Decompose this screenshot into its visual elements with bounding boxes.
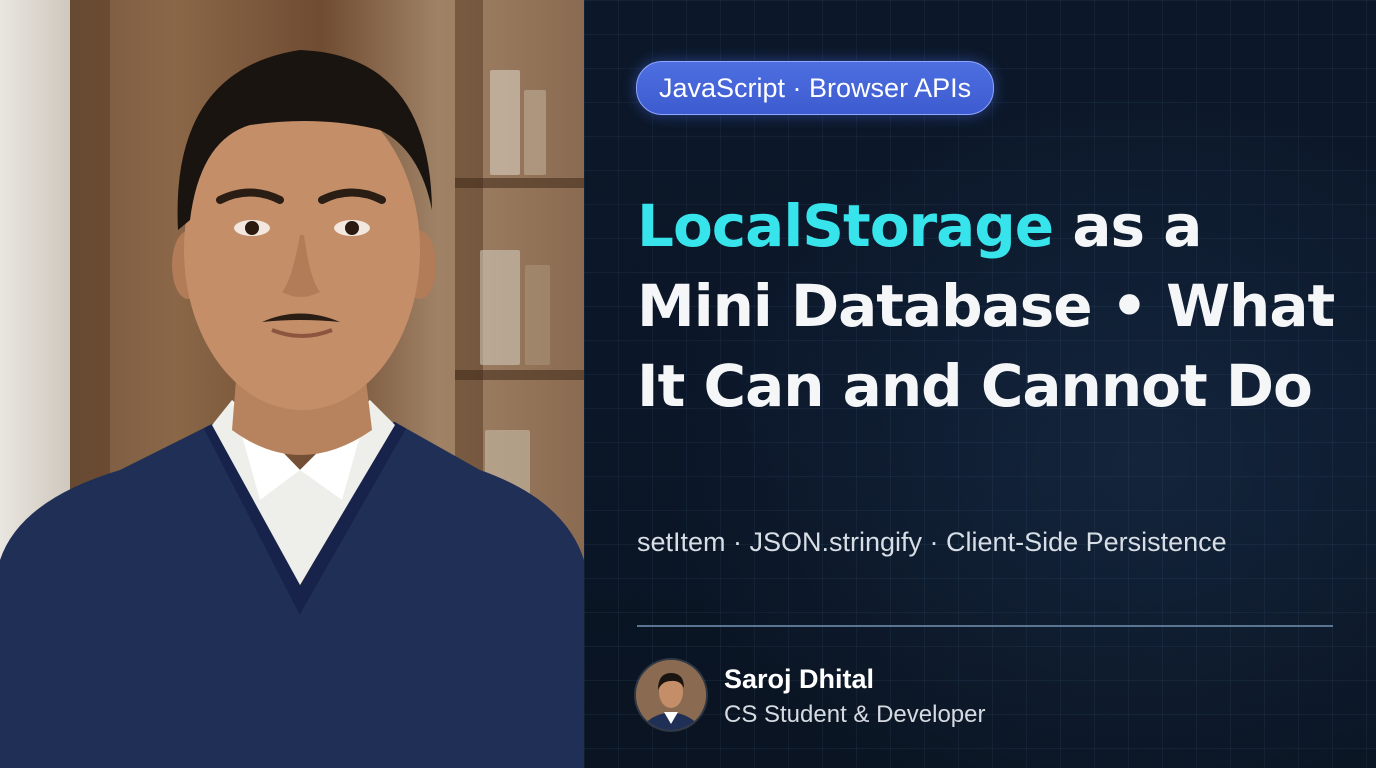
- title-highlight: LocalStorage: [637, 192, 1054, 260]
- portrait-photo: [0, 0, 584, 768]
- author-name: Saroj Dhital: [724, 664, 875, 694]
- author-role: CS Student & Developer: [724, 701, 986, 728]
- avatar-portrait: [636, 660, 706, 730]
- avatar: [636, 660, 706, 730]
- divider: [637, 625, 1333, 627]
- thumbnail-canvas: JavaScript · Browser APIs LocalStorage a…: [0, 0, 1376, 768]
- page-title: LocalStorage as a Mini Database • What I…: [637, 186, 1337, 426]
- person-illustration: [0, 50, 584, 768]
- subtitle: setItem · JSON.stringify · Client-Side P…: [637, 527, 1227, 557]
- topic-tag: JavaScript · Browser APIs: [636, 61, 995, 115]
